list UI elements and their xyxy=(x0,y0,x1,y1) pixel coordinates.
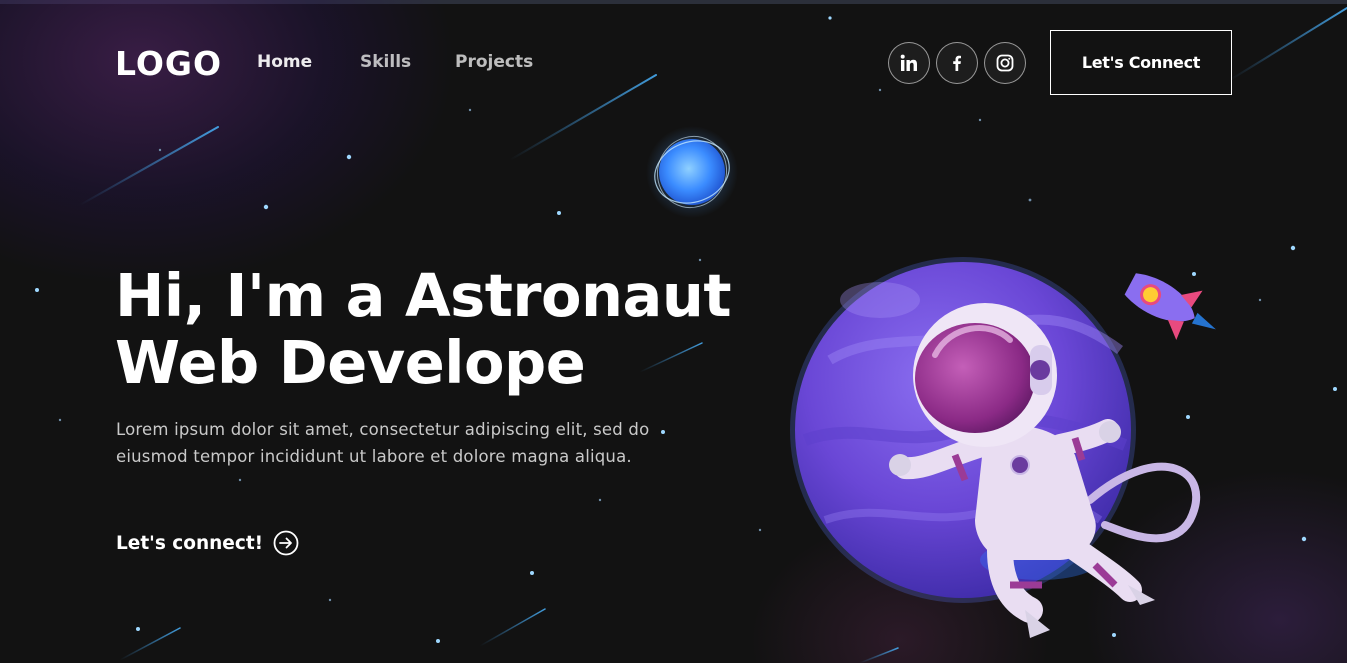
instagram-button[interactable] xyxy=(984,42,1026,84)
lets-connect-button[interactable]: Let's Connect xyxy=(1050,30,1232,95)
instagram-icon xyxy=(996,54,1014,72)
hero-connect-link[interactable]: Let's connect! xyxy=(116,528,299,558)
nav-link-skills[interactable]: Skills xyxy=(360,52,411,72)
hero-description: Lorem ipsum dolor sit amet, consectetur … xyxy=(116,420,650,466)
nav-link-projects[interactable]: Projects xyxy=(455,52,533,72)
blue-planet xyxy=(646,126,738,218)
hero-connect-label: Let's connect! xyxy=(116,532,264,554)
linkedin-button[interactable] xyxy=(888,42,930,84)
logo[interactable]: LOGO xyxy=(115,44,222,83)
linkedin-icon xyxy=(900,54,917,71)
navbar: LOGO Home Skills Projects Let's Connect xyxy=(0,0,1347,125)
facebook-button[interactable] xyxy=(936,42,978,84)
facebook-icon xyxy=(953,55,961,71)
hero-title-line1: Hi, I'm a Astronaut xyxy=(115,261,732,330)
nav-link-home[interactable]: Home xyxy=(257,52,312,72)
rocket xyxy=(1124,273,1216,341)
hero-title: Hi, I'm a Astronaut Web Develope xyxy=(115,262,775,396)
arrow-circle-right-icon xyxy=(273,530,299,556)
hero-title-line2: Web Develope xyxy=(115,328,586,397)
